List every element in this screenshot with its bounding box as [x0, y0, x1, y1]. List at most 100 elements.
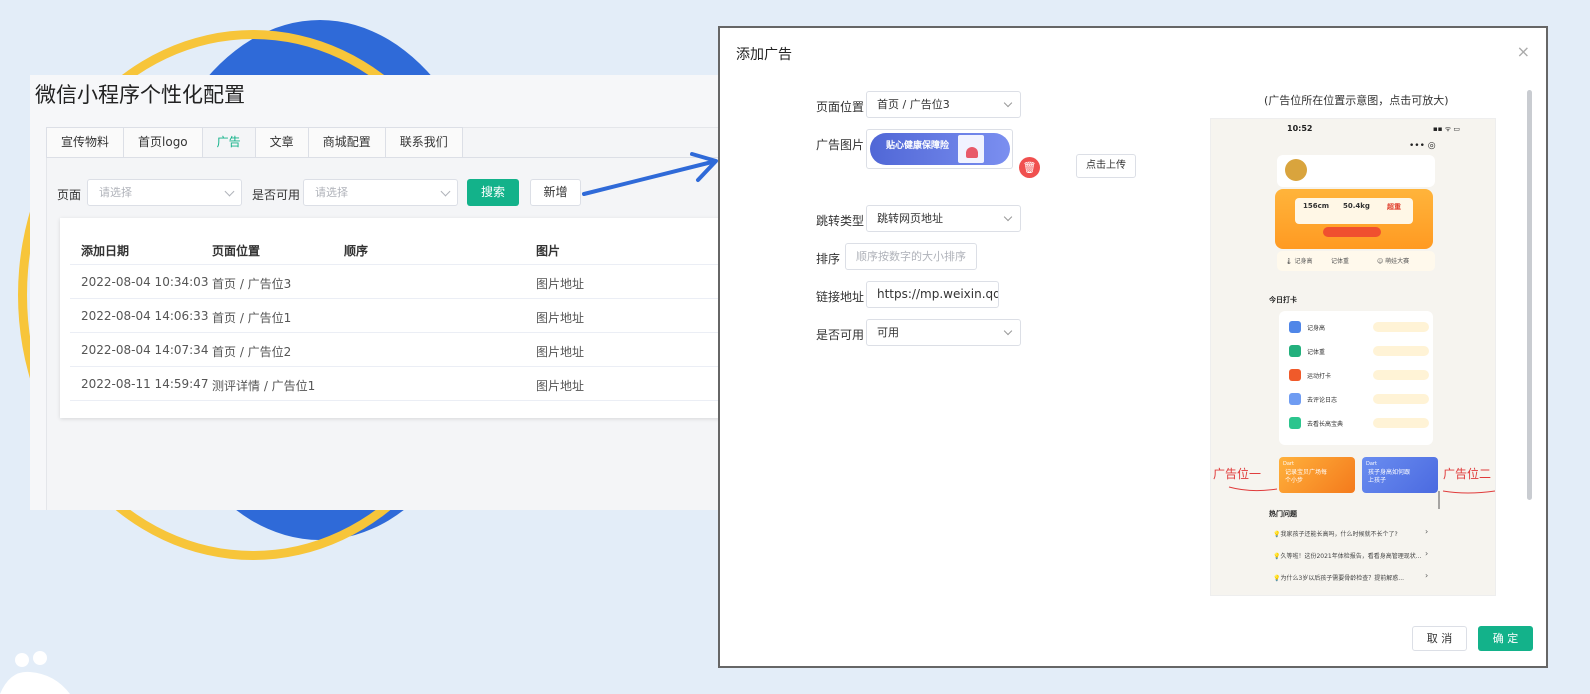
config-tabs: 宣传物料 首页logo 广告 文章 商城配置 联系我们 — [46, 127, 463, 158]
chip-weight: 记体重 — [1331, 258, 1350, 265]
row-position: 首页 / 广告位2 — [212, 345, 292, 359]
row-date: 2022-08-04 14:07:34 — [81, 343, 209, 357]
page-title: 微信小程序个性化配置 — [35, 83, 245, 107]
page-position-label: 页面位置 — [816, 100, 865, 114]
chevron-down-icon — [224, 186, 235, 197]
page-filter-select[interactable]: 请选择 — [87, 179, 242, 206]
stat-bmi: 超重 — [1387, 203, 1401, 211]
points-badge — [1373, 322, 1429, 332]
preview-time: 10:52 — [1287, 124, 1313, 133]
config-page: 微信小程序个性化配置 宣传物料 首页logo 广告 文章 商城配置 联系我们 页… — [30, 75, 730, 510]
chevron-right-icon: › — [1425, 549, 1429, 558]
jump-type-select[interactable]: 跳转网页地址 — [866, 205, 1021, 232]
row-image-link[interactable]: 图片地址 — [536, 275, 584, 292]
list-item-label: 去看长高宝典 — [1307, 421, 1344, 428]
preview-stats: 156cm 50.4kg 超重 — [1295, 198, 1413, 224]
ad-tag: Dart — [1283, 461, 1294, 467]
tab-articles[interactable]: 文章 — [255, 127, 309, 158]
mascot-decoration — [0, 651, 70, 694]
tab-promo-materials[interactable]: 宣传物料 — [46, 127, 125, 158]
chevron-down-icon — [440, 186, 451, 197]
preview-question: 💡久等啦！这份2021年体检报告，看看身高管理现状... — [1273, 553, 1422, 560]
row-date: 2022-08-11 14:59:47 — [81, 377, 209, 391]
table-header-row — [70, 230, 730, 265]
stat-weight: 50.4kg — [1343, 202, 1370, 210]
close-icon[interactable]: × — [1517, 42, 1530, 61]
list-item-label: 记体重 — [1307, 349, 1326, 356]
table-row[interactable]: 2022-08-04 14:06:33 首页 / 广告位1 图片地址 — [70, 299, 730, 333]
search-button[interactable]: 搜索 — [467, 179, 519, 206]
row-image-link[interactable]: 图片地址 — [536, 343, 584, 360]
chevron-right-icon: › — [1425, 571, 1429, 580]
sort-label: 排序 — [816, 252, 841, 266]
list-item-label: 运动打卡 — [1307, 373, 1332, 380]
cancel-button[interactable]: 取 消 — [1412, 626, 1467, 651]
chevron-down-icon — [1003, 326, 1013, 336]
arrow-icon — [582, 152, 718, 196]
status-bar-icon: ▪▪ ᯤ ▭ — [1433, 125, 1460, 133]
preview-question: 💡我家孩子还能长高吗，什么时候就不长个了? — [1273, 531, 1398, 538]
row-image-link[interactable]: 图片地址 — [536, 309, 584, 326]
preview-profile-card — [1277, 155, 1435, 187]
preview-hint: (广告位所在位置示意图，点击可放大) — [1264, 94, 1449, 107]
table-row[interactable]: 2022-08-04 10:34:03 首页 / 广告位3 图片地址 — [70, 265, 730, 299]
chevron-down-icon — [1003, 98, 1013, 108]
table-row[interactable]: 2022-08-04 14:07:34 首页 / 广告位2 图片地址 — [70, 333, 730, 367]
jump-type-label: 跳转类型 — [816, 214, 865, 228]
ad-image-label: 广告图片 — [816, 138, 865, 152]
tab-ads[interactable]: 广告 — [202, 127, 256, 158]
banner-text: 贴心健康保障险 — [886, 141, 950, 151]
enabled-filter-placeholder: 请选择 — [315, 186, 348, 199]
row-image-link[interactable]: 图片地址 — [536, 377, 584, 394]
points-badge — [1373, 394, 1429, 404]
link-label: 链接地址 — [816, 290, 865, 304]
enabled-select[interactable]: 可用 — [866, 319, 1021, 346]
tab-contact-us[interactable]: 联系我们 — [385, 127, 463, 158]
add-button[interactable]: 新增 — [530, 179, 581, 206]
enabled-value: 可用 — [877, 326, 899, 339]
page-filter-label: 页面 — [57, 188, 82, 202]
page-filter-placeholder: 请选择 — [99, 186, 132, 199]
ad-banner-thumbnail: 贴心健康保障险 — [870, 133, 1010, 165]
stat-height: 156cm — [1303, 202, 1330, 210]
tab-mall-config[interactable]: 商城配置 — [308, 127, 386, 158]
row-date: 2022-08-04 10:34:03 — [81, 275, 209, 289]
row-position: 首页 / 广告位1 — [212, 311, 292, 325]
delete-image-button[interactable]: 🗑 — [1019, 157, 1040, 178]
confirm-button[interactable]: 确 定 — [1478, 626, 1533, 651]
jump-type-value: 跳转网页地址 — [877, 212, 943, 225]
points-badge — [1373, 370, 1429, 380]
preview-question: 💡为什么3岁以后孩子需要骨龄检查？提前解惑... — [1273, 575, 1405, 582]
page-position-value: 首页 / 广告位3 — [877, 98, 950, 111]
enabled-filter-select[interactable]: 请选择 — [303, 179, 458, 206]
annotation-lines — [1228, 486, 1495, 509]
upload-button[interactable]: 点击上传 — [1076, 154, 1136, 178]
preview-cta — [1323, 227, 1381, 237]
ad-position-preview[interactable]: 10:52 ▪▪ ᯤ ▭ ••• ◎ 156cm 50.4kg 超重 🌡 记身高… — [1210, 118, 1496, 596]
ad-tag: Dart — [1366, 461, 1377, 467]
table-row[interactable]: 2022-08-11 14:59:47 测评详情 / 广告位1 图片地址 — [70, 367, 730, 401]
list-item-label: 记身高 — [1307, 325, 1326, 332]
page-position-select[interactable]: 首页 / 广告位3 — [866, 91, 1021, 118]
ruler-icon — [1289, 321, 1301, 333]
chip-contest: ☺ 萌娃大赛 — [1377, 258, 1410, 265]
list-item-label: 去评论日志 — [1307, 397, 1338, 404]
row-position: 测评详情 / 广告位1 — [212, 379, 316, 393]
preview-chips: 🌡 记身高 记体重 ☺ 萌娃大赛 — [1277, 251, 1435, 271]
link-input[interactable]: https://mp.weixin.qq.c — [866, 281, 999, 308]
comment-icon — [1289, 393, 1301, 405]
enabled-filter-label: 是否可用 — [252, 188, 301, 202]
dialog-scrollbar[interactable] — [1527, 90, 1532, 500]
points-badge — [1373, 418, 1429, 428]
row-date: 2022-08-04 14:06:33 — [81, 309, 209, 323]
ad-image-preview[interactable]: 贴心健康保障险 — [866, 129, 1013, 169]
chevron-right-icon: › — [1425, 527, 1429, 536]
enabled-label: 是否可用 — [816, 328, 865, 342]
book-icon — [1289, 417, 1301, 429]
link-value: https://mp.weixin.qq.c — [877, 287, 999, 301]
tab-home-logo[interactable]: 首页logo — [124, 127, 203, 158]
scale-icon — [1289, 345, 1301, 357]
heart-icon — [966, 147, 978, 158]
miniapp-menu-icon: ••• ◎ — [1409, 141, 1436, 151]
sort-input[interactable]: 顺序按数字的大小排序 — [845, 243, 977, 270]
